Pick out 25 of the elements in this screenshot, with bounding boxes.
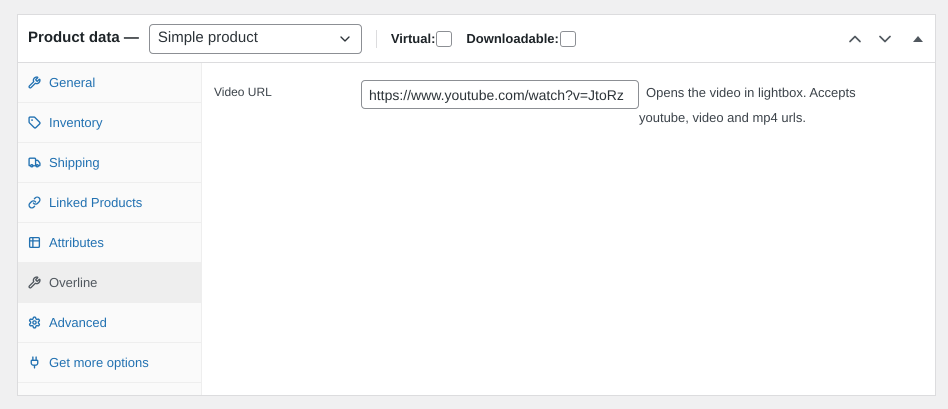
product-type-select[interactable]: Simple product bbox=[148, 24, 362, 54]
gear-icon bbox=[28, 316, 41, 329]
sidebar-tab[interactable]: Linked Products bbox=[18, 183, 201, 223]
sidebar-tab[interactable]: Advanced bbox=[18, 303, 201, 343]
collapse-icon[interactable] bbox=[913, 36, 923, 42]
table-icon bbox=[28, 236, 41, 249]
sidebar-tab[interactable]: Inventory bbox=[18, 103, 201, 143]
tag-icon bbox=[28, 116, 41, 129]
link-icon bbox=[28, 196, 41, 209]
field-label: Video URL bbox=[214, 84, 273, 101]
truck-icon bbox=[28, 156, 41, 169]
panel-title: Product data — bbox=[28, 28, 139, 48]
sidebar-tab[interactable]: Overline bbox=[18, 263, 201, 303]
sidebar-tab[interactable]: General bbox=[18, 63, 201, 103]
plug-icon bbox=[28, 356, 41, 369]
sidebar-tab[interactable]: Get more options bbox=[18, 343, 201, 383]
video-url-field[interactable]: https://www.youtube.com/watch?v=JtoRz bbox=[361, 80, 639, 109]
wrench-icon bbox=[28, 76, 41, 89]
sidebar-tab[interactable]: Shipping bbox=[18, 143, 201, 183]
option-checkbox[interactable] bbox=[560, 30, 576, 46]
help-text: Opens the video in lightbox. Accepts youtube, video and mp4 urls. bbox=[639, 84, 857, 127]
option-label: Virtual: bbox=[390, 30, 436, 48]
option-label: Downloadable: bbox=[466, 30, 559, 48]
wrench-icon bbox=[28, 276, 41, 289]
option-checkbox[interactable] bbox=[436, 30, 452, 46]
